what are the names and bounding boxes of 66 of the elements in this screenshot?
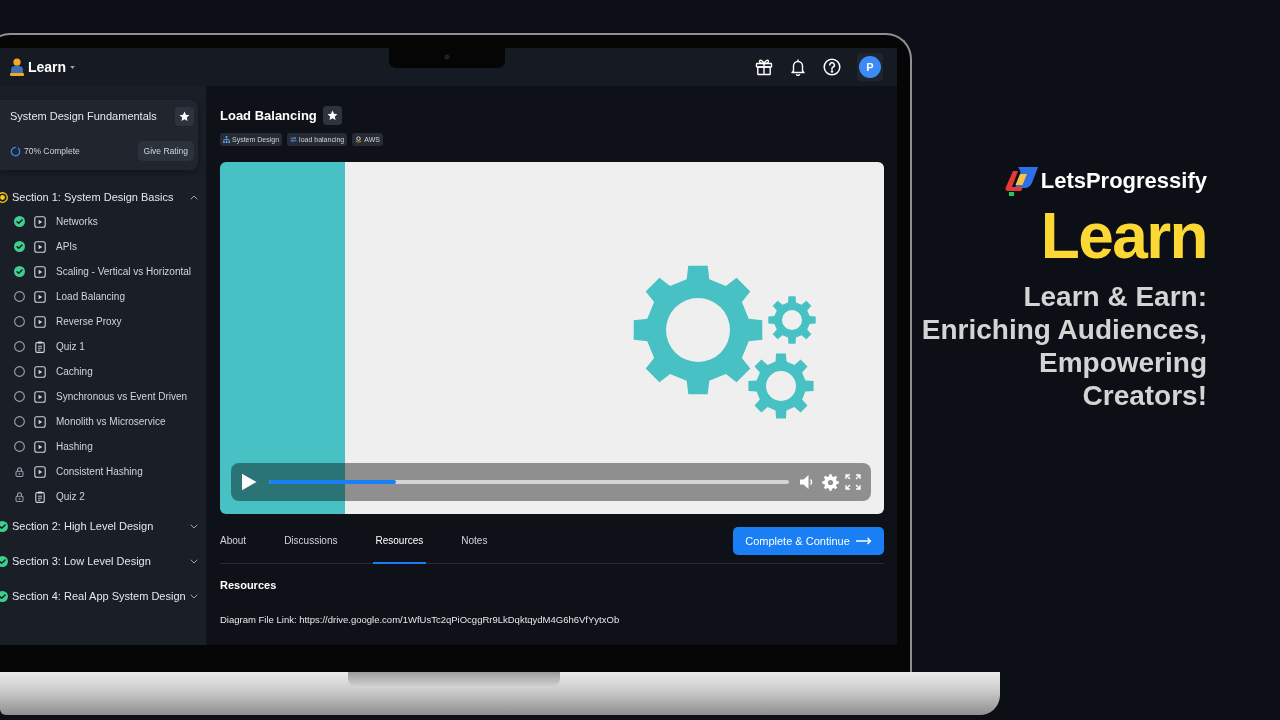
play-square-icon <box>34 315 46 328</box>
caret-down-icon <box>70 65 76 69</box>
lesson-link[interactable]: Synchronous vs Event Driven <box>56 391 188 402</box>
bell-icon[interactable] <box>789 58 807 76</box>
star-icon <box>179 111 190 122</box>
course-title: System Design Fundamentals <box>10 111 157 122</box>
play-square-icon <box>34 290 46 303</box>
tab[interactable]: Discussions <box>281 527 341 564</box>
chevron-up-icon[interactable] <box>190 194 198 200</box>
section-title[interactable]: Section 4: Real App System Design <box>12 591 186 602</box>
video-progress-track[interactable] <box>269 480 789 484</box>
play-square-icon <box>34 465 46 478</box>
lesson-link[interactable]: Hashing <box>56 441 93 452</box>
gift-icon[interactable] <box>755 58 773 76</box>
play-square-icon <box>34 265 46 278</box>
section-title[interactable]: Section 2: High Level Design <box>12 521 154 532</box>
play-square-icon <box>34 415 46 428</box>
play-square-icon <box>34 215 46 228</box>
lesson-link[interactable]: Networks <box>56 216 98 227</box>
play-icon[interactable] <box>241 473 257 491</box>
arrows-icon <box>290 136 298 143</box>
lesson-link[interactable]: Quiz 1 <box>56 341 85 352</box>
app-switcher-button[interactable]: Learn <box>28 60 76 74</box>
bookmark-button[interactable] <box>322 106 342 125</box>
tagline: Learn & Earn: Enriching Audiences, Empowering Creators! <box>921 280 1207 412</box>
tab[interactable]: Resources <box>372 527 427 564</box>
lesson-link[interactable]: Quiz 2 <box>56 491 85 502</box>
fullscreen-icon[interactable] <box>845 474 861 490</box>
person-icon <box>10 57 24 77</box>
lesson-link[interactable]: Scaling - Vertical vs Horizontal <box>56 266 192 277</box>
arrow-right-icon <box>855 537 872 545</box>
clipboard-icon <box>34 490 46 503</box>
chevron-down-icon[interactable] <box>190 594 198 599</box>
lesson-title: Load Balancing <box>220 109 317 122</box>
clipboard-icon <box>34 340 46 353</box>
lesson-link[interactable]: Load Balancing <box>56 291 125 302</box>
headline: Learn <box>1040 204 1207 268</box>
star-icon <box>326 110 338 121</box>
lesson-link[interactable]: Monolith vs Microservice <box>56 416 166 427</box>
lesson-link[interactable]: Caching <box>56 366 93 377</box>
brand-logo-icon <box>1003 165 1039 197</box>
tab[interactable]: About <box>217 527 250 564</box>
chevron-down-icon[interactable] <box>190 559 198 564</box>
play-square-icon <box>34 390 46 403</box>
settings-icon[interactable] <box>822 473 839 491</box>
section-title[interactable]: Section 3: Low Level Design <box>12 556 151 567</box>
complete-continue-button[interactable]: Complete & Continue <box>733 527 884 555</box>
progress-ring-icon <box>10 145 21 157</box>
lesson-link[interactable]: Reverse Proxy <box>56 316 122 327</box>
tab[interactable]: Notes <box>458 527 491 564</box>
lesson-link[interactable]: APIs <box>56 241 78 252</box>
hierarchy-icon <box>223 136 230 143</box>
brand-name: LetsProgressify <box>1040 170 1207 192</box>
resource-link-text: Diagram File Link: https://drive.google.com/1WfUsTc2qPiOcggRr9LkDqktqydM4G6h6VfYytxOb <box>220 614 621 626</box>
play-square-icon <box>34 365 46 378</box>
favorite-button[interactable] <box>175 107 194 126</box>
give-rating-button[interactable]: Give Rating <box>137 141 194 161</box>
play-square-icon <box>34 440 46 453</box>
lesson-link[interactable]: Consistent Hashing <box>56 466 143 477</box>
volume-icon[interactable] <box>799 474 814 490</box>
section-title[interactable]: Section 1: System Design Basics <box>12 191 174 203</box>
play-square-icon <box>34 240 46 253</box>
chevron-down-icon[interactable] <box>190 524 198 529</box>
progress-label: 70% Complete <box>24 146 80 156</box>
help-icon[interactable] <box>823 58 841 76</box>
resources-heading: Resources <box>220 579 278 591</box>
